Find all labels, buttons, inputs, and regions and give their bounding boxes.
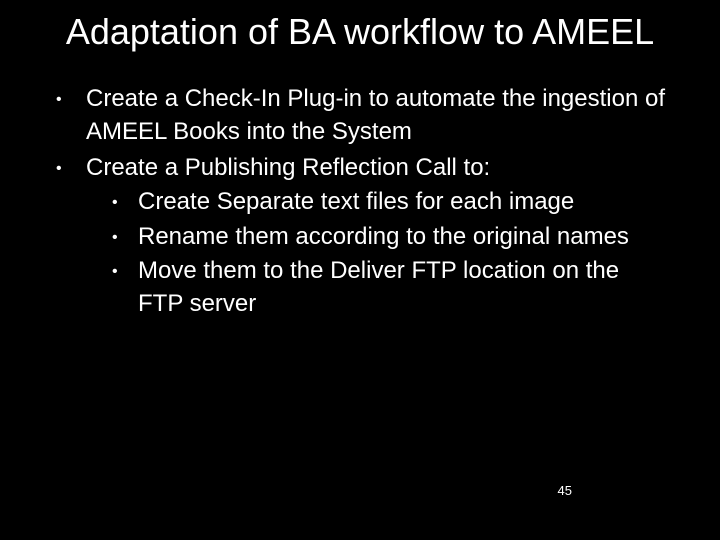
page-number: 45 xyxy=(558,483,572,498)
list-item: Create a Publishing Reflection Call to: … xyxy=(50,152,670,320)
list-item: Create a Check-In Plug-in to automate th… xyxy=(50,83,670,148)
slide: Adaptation of BA workflow to AMEEL Creat… xyxy=(0,0,720,540)
list-item: Move them to the Deliver FTP location on… xyxy=(106,255,670,320)
list-item-text: Create a Publishing Reflection Call to: xyxy=(86,154,490,181)
bullet-list: Create a Check-In Plug-in to automate th… xyxy=(50,83,670,320)
list-item: Rename them according to the original na… xyxy=(106,221,670,253)
slide-title: Adaptation of BA workflow to AMEEL xyxy=(40,10,680,53)
list-item: Create Separate text files for each imag… xyxy=(106,186,670,218)
sub-bullet-list: Create Separate text files for each imag… xyxy=(106,186,670,320)
